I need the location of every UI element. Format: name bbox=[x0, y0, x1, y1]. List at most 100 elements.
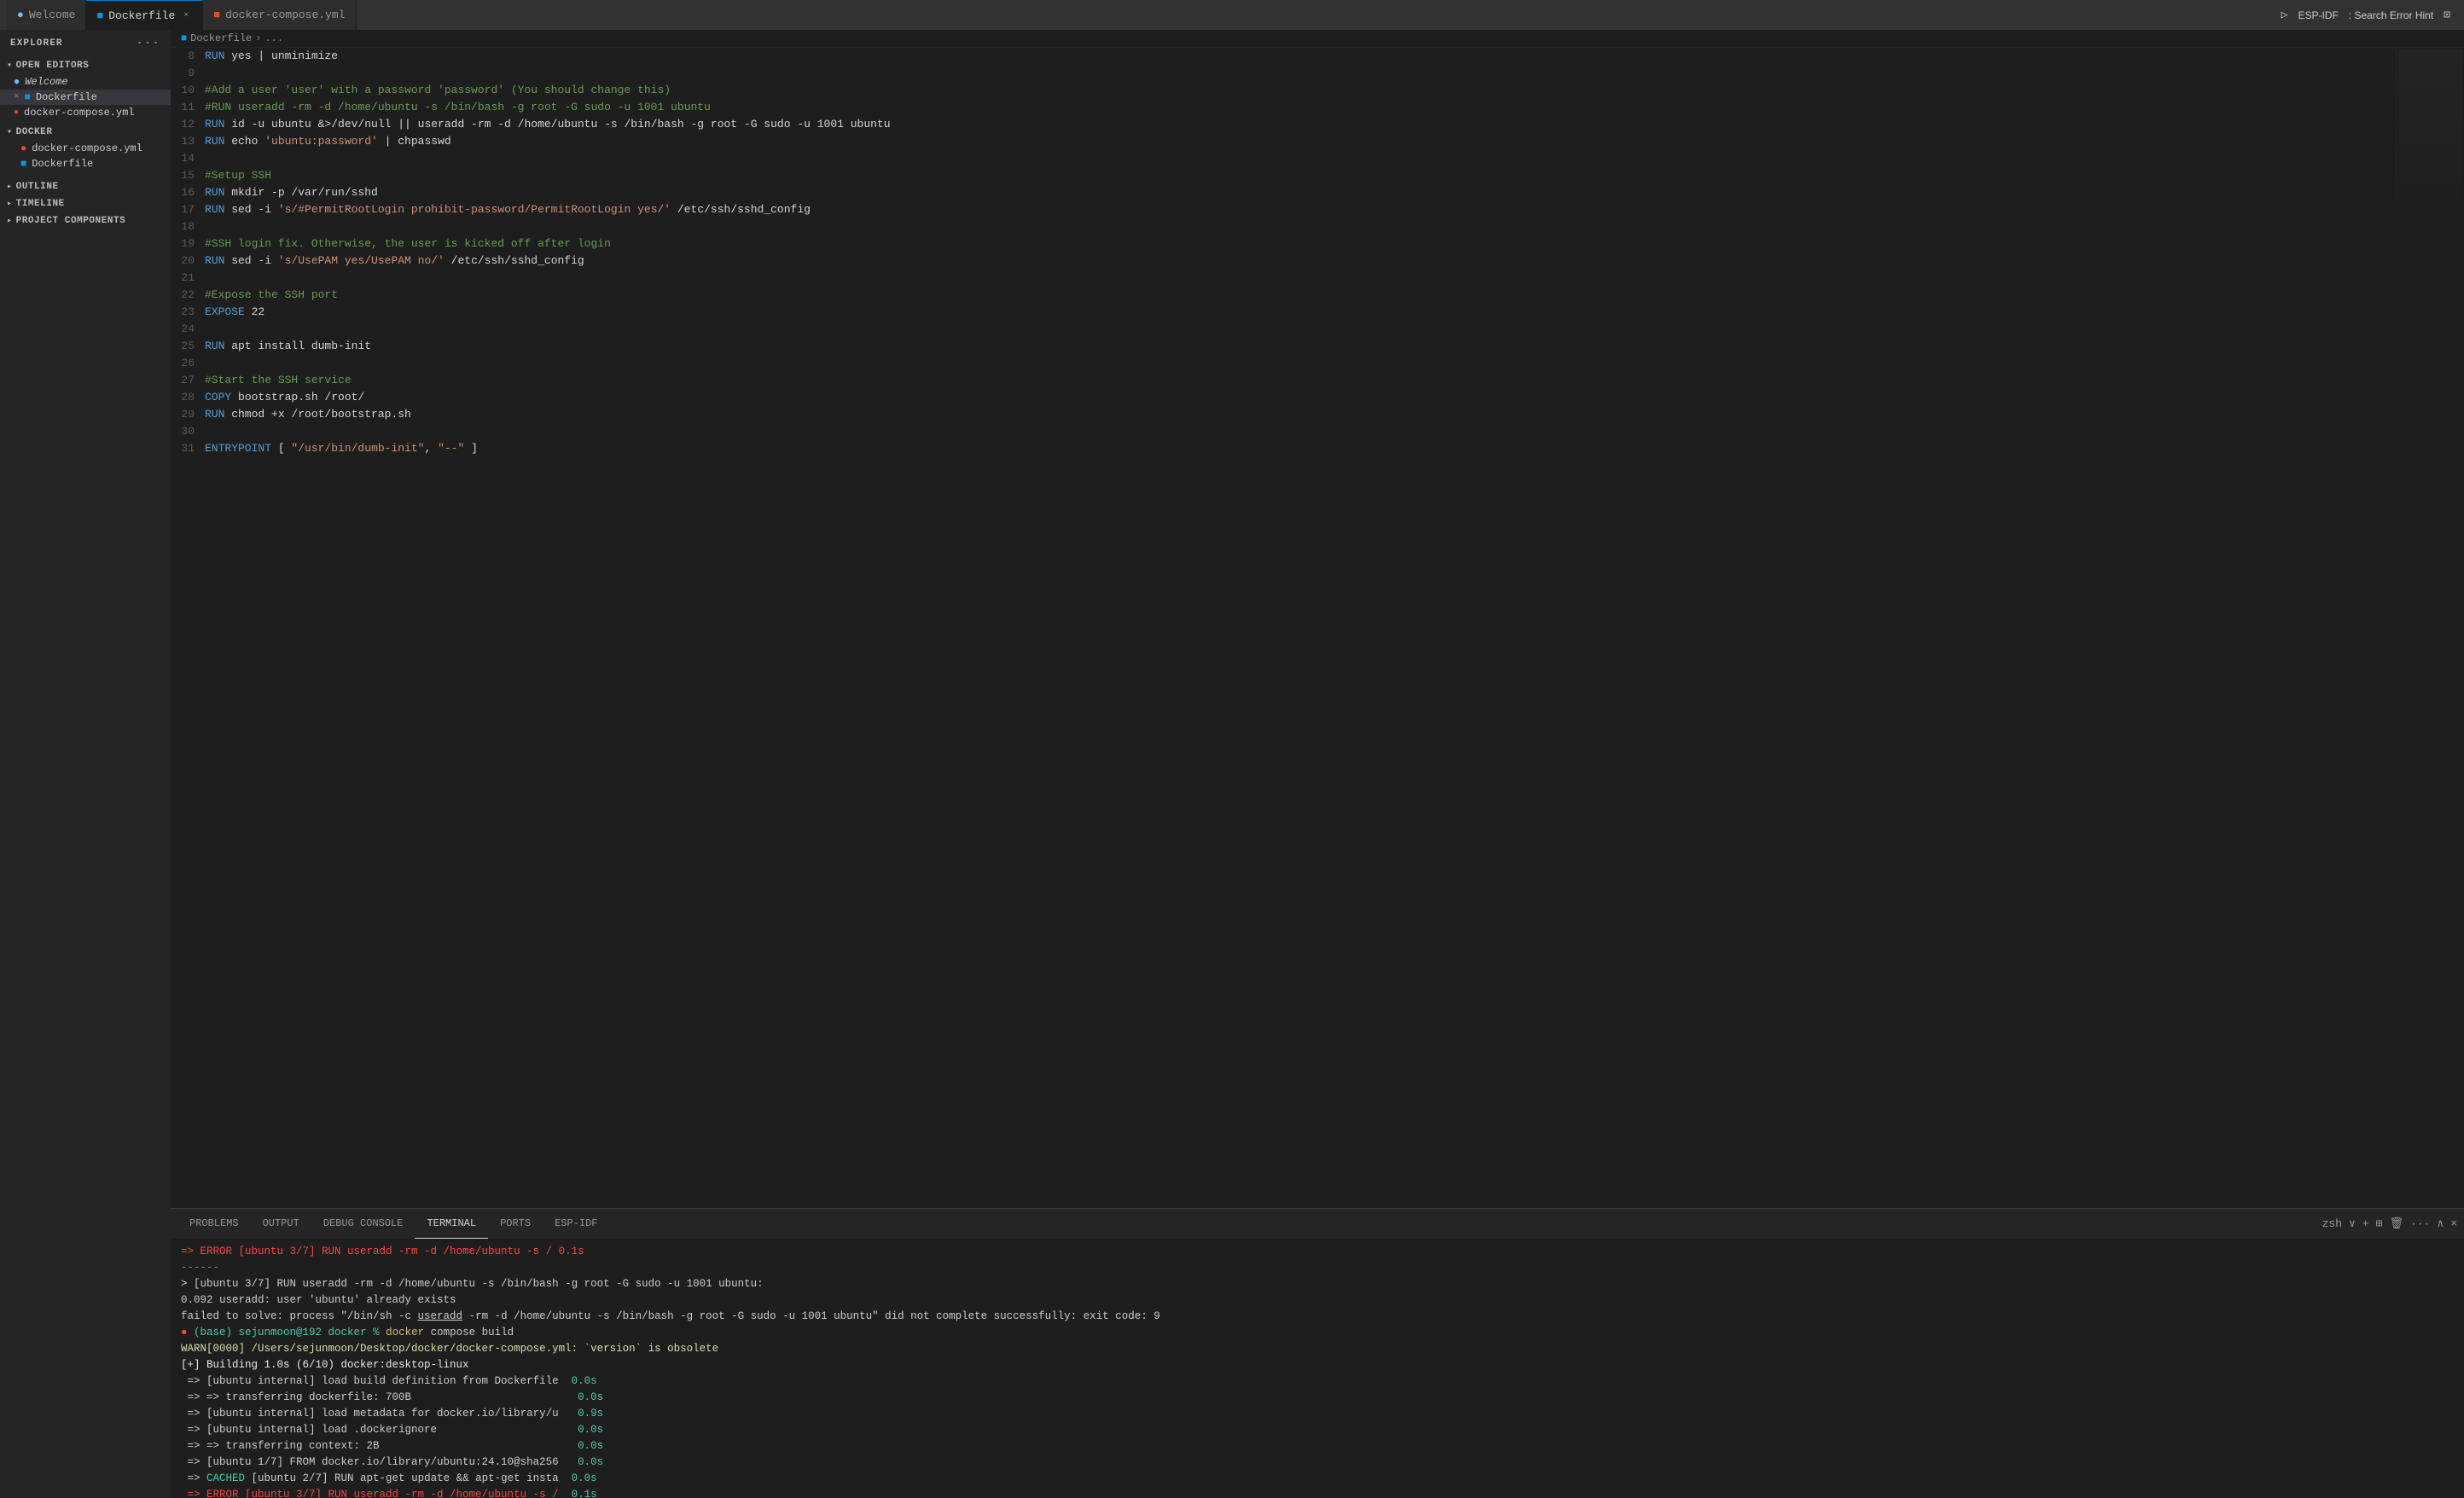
sidebar-docker-compose-file[interactable]: ● docker-compose.yml bbox=[0, 141, 171, 156]
tab-dockerfile[interactable]: ■ Dockerfile × bbox=[86, 0, 203, 30]
terminal-line-error1: => ERROR [ubuntu 3/7] RUN useradd -rm -d… bbox=[181, 1244, 2454, 1260]
close-panel-icon[interactable]: × bbox=[2450, 1217, 2457, 1230]
tab-docker-compose[interactable]: ■ docker-compose.yml bbox=[203, 0, 356, 30]
dockerfile-icon: ■ bbox=[96, 9, 103, 22]
split-terminal-icon[interactable]: ⊞ bbox=[2376, 1217, 2383, 1230]
code-line-28: 28 COPY bootstrap.sh /root/ bbox=[171, 389, 2396, 406]
tab-welcome[interactable]: ● Welcome bbox=[7, 0, 86, 30]
docker-file-icon: ■ bbox=[20, 158, 26, 170]
terminal-line-s6: => [ubuntu 1/7] FROM docker.io/library/u… bbox=[181, 1454, 2454, 1471]
terminal-name-label: zsh bbox=[2322, 1217, 2342, 1230]
open-editors-label: OPEN EDITORS bbox=[16, 61, 90, 71]
code-editor[interactable]: 8 RUN yes | unminimize 9 10 #Add a user … bbox=[171, 48, 2464, 1208]
breadcrumb-ellipsis: ... bbox=[264, 32, 283, 44]
terminal-line-s5: => => transferring context: 2B 0.0s bbox=[181, 1438, 2454, 1454]
tab-debug-console[interactable]: DEBUG CONSOLE bbox=[311, 1209, 416, 1239]
open-editors-chevron: ▾ bbox=[7, 61, 13, 71]
sidebar-item-dockerfile[interactable]: × ■ Dockerfile bbox=[0, 90, 171, 105]
run-icon[interactable]: ▷ bbox=[2281, 9, 2288, 21]
dockerfile-file-icon: ■ bbox=[25, 91, 31, 103]
sidebar-dockerfile-label: Dockerfile bbox=[36, 91, 97, 103]
code-line-23: 23 EXPOSE 22 bbox=[171, 304, 2396, 321]
dockerfile-file-label: Dockerfile bbox=[32, 158, 93, 170]
code-line-31: 31 ENTRYPOINT [ "/usr/bin/dumb-init", "-… bbox=[171, 440, 2396, 457]
project-components-header[interactable]: ▸ PROJECT COMPONENTS bbox=[0, 212, 171, 229]
error-prefix: => ERROR [ubuntu 3/7] RUN useradd -rm -d… bbox=[181, 1245, 584, 1257]
code-line-27: 27 #Start the SSH service bbox=[171, 372, 2396, 389]
split-editor-icon[interactable]: ⊡ bbox=[2444, 9, 2450, 21]
code-lines: 8 RUN yes | unminimize 9 10 #Add a user … bbox=[171, 48, 2396, 1208]
tab-problems[interactable]: PROBLEMS bbox=[177, 1209, 251, 1239]
code-line-26: 26 bbox=[171, 355, 2396, 372]
terminal-line-error2: => ERROR [ubuntu 3/7] RUN useradd -rm -d… bbox=[181, 1487, 2454, 1498]
terminal-chevron-icon[interactable]: ∨ bbox=[2349, 1217, 2356, 1230]
esp-idf-label: ESP-IDF bbox=[555, 1217, 597, 1229]
terminal-line-divider1: ------ bbox=[181, 1260, 2454, 1276]
sidebar-welcome-label: Welcome bbox=[25, 76, 67, 88]
timeline-label: TIMELINE bbox=[16, 199, 65, 209]
sidebar-item-docker-compose[interactable]: ● docker-compose.yml bbox=[0, 105, 171, 120]
timeline-header[interactable]: ▸ TIMELINE bbox=[0, 195, 171, 212]
code-scroll-area[interactable]: 8 RUN yes | unminimize 9 10 #Add a user … bbox=[171, 48, 2396, 1208]
terminal-line-fail1: failed to solve: process "/bin/sh -c use… bbox=[181, 1309, 2454, 1325]
code-line-17: 17 RUN sed -i 's/#PermitRootLogin prohib… bbox=[171, 201, 2396, 218]
sidebar-dockerfile-file[interactable]: ■ Dockerfile bbox=[0, 156, 171, 171]
docker-compose-icon: ■ bbox=[213, 9, 220, 21]
terminal-line-s2: => => transferring dockerfile: 700B 0.0s bbox=[181, 1390, 2454, 1406]
ports-label: PORTS bbox=[500, 1217, 531, 1229]
breadcrumb-sep: › bbox=[255, 32, 261, 44]
main-layout: EXPLORER ··· ▾ OPEN EDITORS ● Welcome × … bbox=[0, 30, 2464, 1498]
sidebar-item-welcome[interactable]: ● Welcome bbox=[0, 74, 171, 90]
terminal-line-building: [+] Building 1.0s (6/10) docker:desktop-… bbox=[181, 1357, 2454, 1373]
terminal-panel: PROBLEMS OUTPUT DEBUG CONSOLE TERMINAL P… bbox=[171, 1208, 2464, 1498]
code-line-11: 11 #RUN useradd -rm -d /home/ubuntu -s /… bbox=[171, 99, 2396, 116]
code-line-22: 22 #Expose the SSH port bbox=[171, 287, 2396, 304]
add-terminal-icon[interactable]: + bbox=[2362, 1217, 2369, 1230]
project-components-chevron: ▸ bbox=[7, 216, 13, 226]
code-line-12: 12 RUN id -u ubuntu &>/dev/null || usera… bbox=[171, 116, 2396, 133]
terminal-line-s3: => [ubuntu internal] load metadata for d… bbox=[181, 1406, 2454, 1422]
outline-chevron: ▸ bbox=[7, 182, 13, 192]
code-line-25: 25 RUN apt install dumb-init bbox=[171, 338, 2396, 355]
outline-label: OUTLINE bbox=[16, 182, 59, 192]
problems-label: PROBLEMS bbox=[189, 1217, 239, 1229]
close-dockerfile-icon[interactable]: × bbox=[180, 11, 192, 20]
terminal-line-warn: WARN[0000] /Users/sejunmoon/Desktop/dock… bbox=[181, 1341, 2454, 1357]
code-line-18: 18 bbox=[171, 218, 2396, 235]
open-editors-header[interactable]: ▾ OPEN EDITORS bbox=[0, 57, 171, 74]
explorer-label: EXPLORER bbox=[10, 38, 63, 49]
terminal-line-cached: => CACHED [ubuntu 2/7] RUN apt-get updat… bbox=[181, 1471, 2454, 1487]
code-line-9: 9 bbox=[171, 65, 2396, 82]
terminal-line-s1: => [ubuntu internal] load build definiti… bbox=[181, 1373, 2454, 1390]
title-bar: ● Welcome ■ Dockerfile × ■ docker-compos… bbox=[0, 0, 2464, 30]
docker-section-header[interactable]: ▾ DOCKER bbox=[0, 124, 171, 141]
welcome-icon: ● bbox=[17, 9, 24, 21]
explorer-more-icon[interactable]: ··· bbox=[136, 37, 160, 50]
tab-ports[interactable]: PORTS bbox=[488, 1209, 543, 1239]
output-label: OUTPUT bbox=[263, 1217, 299, 1229]
code-line-19: 19 #SSH login fix. Otherwise, the user i… bbox=[171, 235, 2396, 253]
terminal-line-step2: 0.092 useradd: user 'ubuntu' already exi… bbox=[181, 1292, 2454, 1309]
terminal-line-step1: > [ubuntu 3/7] RUN useradd -rm -d /home/… bbox=[181, 1276, 2454, 1292]
terminal-content[interactable]: => ERROR [ubuntu 3/7] RUN useradd -rm -d… bbox=[171, 1239, 2464, 1498]
tab-esp-idf[interactable]: ESP-IDF bbox=[543, 1209, 609, 1239]
sidebar: EXPLORER ··· ▾ OPEN EDITORS ● Welcome × … bbox=[0, 30, 171, 1498]
more-terminal-icon[interactable]: ··· bbox=[2410, 1217, 2430, 1230]
breadcrumb: ■ Dockerfile › ... bbox=[171, 30, 2464, 48]
tab-docker-compose-label: docker-compose.yml bbox=[225, 9, 345, 21]
terminal-line-s4: => [ubuntu internal] load .dockerignore … bbox=[181, 1422, 2454, 1438]
esp-idf-search-hint: ESP-IDF bbox=[2298, 9, 2338, 21]
code-line-20: 20 RUN sed -i 's/UsePAM yes/UsePAM no/' … bbox=[171, 253, 2396, 270]
esp-idf-search-hint-text: : Search Error Hint bbox=[2349, 9, 2433, 21]
tab-terminal[interactable]: TERMINAL bbox=[415, 1209, 488, 1239]
chevron-up-icon[interactable]: ∧ bbox=[2437, 1217, 2444, 1230]
delete-terminal-icon[interactable]: 🗑 bbox=[2389, 1217, 2403, 1230]
timeline-chevron: ▸ bbox=[7, 199, 13, 209]
code-line-24: 24 bbox=[171, 321, 2396, 338]
editor-area: ■ Dockerfile › ... 8 RUN yes | unminimiz… bbox=[171, 30, 2464, 1498]
tab-welcome-label: Welcome bbox=[29, 9, 76, 21]
docker-chevron: ▾ bbox=[7, 127, 13, 137]
close-icon-dockerfile[interactable]: × bbox=[14, 92, 20, 102]
outline-header[interactable]: ▸ OUTLINE bbox=[0, 178, 171, 195]
tab-output[interactable]: OUTPUT bbox=[251, 1209, 311, 1239]
